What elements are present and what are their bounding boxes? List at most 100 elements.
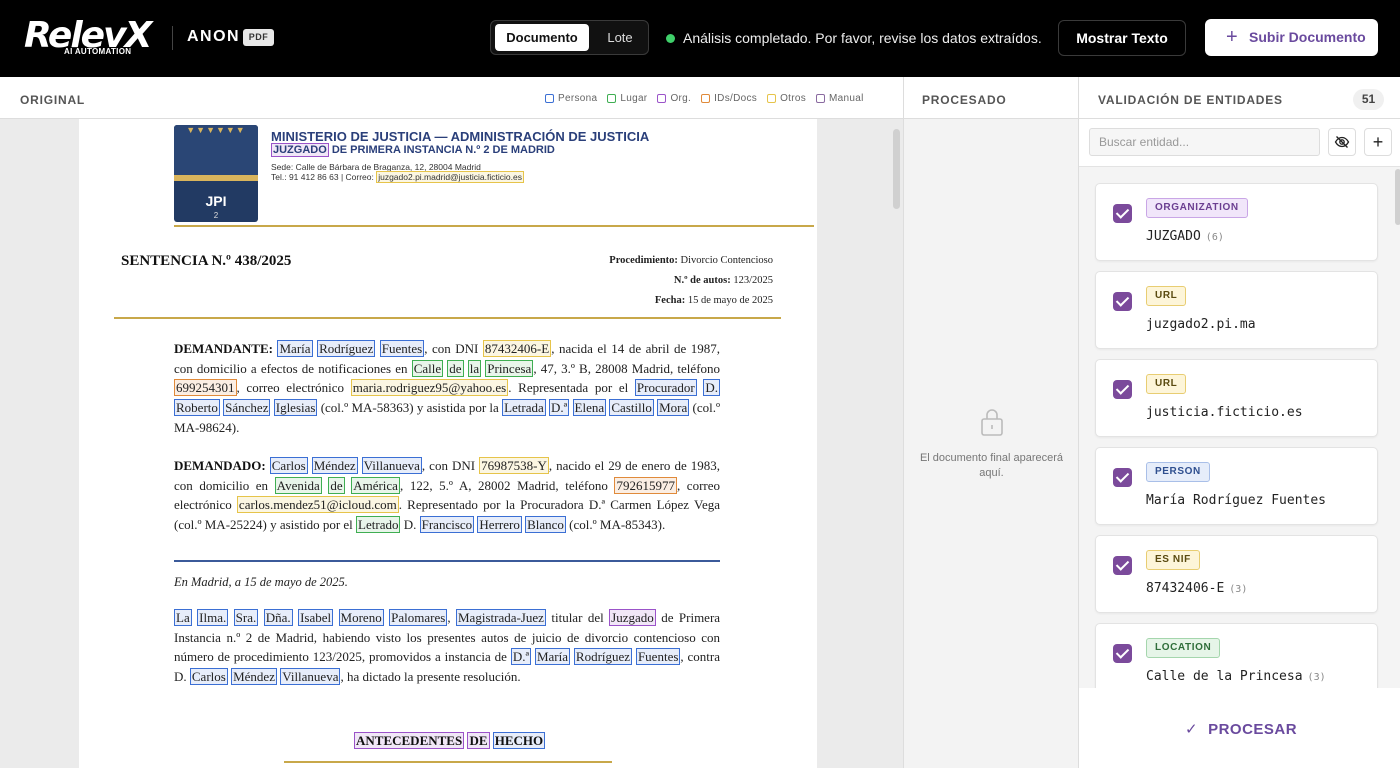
mode-lote-button[interactable]: Lote <box>595 24 645 51</box>
entity-occurrences: (6) <box>1205 232 1224 243</box>
upload-document-button[interactable]: + Subir Documento <box>1205 19 1378 56</box>
entity-checkbox[interactable] <box>1113 644 1132 663</box>
title-rule <box>114 317 781 319</box>
legend-item-lugar: Lugar <box>607 93 647 104</box>
legend-label: Lugar <box>620 93 648 104</box>
court-seal-logo: ▼▼▼▼▼▼ JPI 2 <box>174 125 258 222</box>
checkmark-icon: ✓ <box>1185 721 1199 738</box>
hide-entities-button[interactable] <box>1328 128 1356 156</box>
original-panel: ORIGINAL Persona Lugar Org. IDs/Docs Otr… <box>0 77 903 768</box>
legend-swatch <box>657 94 667 103</box>
crown-icon: ▼▼▼▼▼▼ <box>186 125 246 135</box>
show-text-button[interactable]: Mostrar Texto <box>1058 20 1186 56</box>
entity-count-badge: 51 <box>1353 89 1384 110</box>
process-button-label: PROCESAR <box>1208 720 1298 738</box>
entity-occurrences: (3) <box>1307 672 1326 683</box>
document-page: ▼▼▼▼▼▼ JPI 2 MINISTERIO DE JUSTICIA — AD… <box>79 119 817 768</box>
entity-card[interactable]: ES NIF 87432406-E (3) <box>1095 535 1378 613</box>
section-heading: ANTECEDENTES DE HECHO <box>354 732 546 749</box>
fecha-value: 15 de mayo de 2025 <box>685 295 773 306</box>
heading-word: ANTECEDENTES <box>354 732 465 749</box>
entity-checkbox[interactable] <box>1113 292 1132 311</box>
original-panel-title: ORIGINAL <box>20 93 86 107</box>
legend-swatch <box>545 94 554 103</box>
legend-label: Org. <box>670 93 692 104</box>
seal-text: JPI <box>205 193 227 209</box>
lock-icon <box>981 409 1003 436</box>
entity-value: JUZGADO (6) <box>1146 229 1224 244</box>
entity-search-row: Buscar entidad... + <box>1079 119 1400 167</box>
legend-item-persona: Persona <box>545 93 597 104</box>
original-scrollbar[interactable] <box>893 129 900 209</box>
heading-word: DE <box>467 732 490 749</box>
entity-type-tag: URL <box>1146 374 1187 394</box>
processed-panel-title: PROCESADO <box>922 93 1007 107</box>
entity-card[interactable]: ORGANIZATION JUZGADO (6) <box>1095 183 1378 261</box>
document-name: ANON <box>187 28 241 45</box>
magistrada-paragraph: La Ilma. Sra. Dña. Isabel Moreno Palomar… <box>174 609 721 686</box>
add-entity-button[interactable]: + <box>1364 128 1392 156</box>
processed-panel: PROCESADO El documento final aparecerá a… <box>903 77 1079 768</box>
processed-panel-header: PROCESADO <box>904 77 1079 119</box>
entity-checkbox[interactable] <box>1113 204 1132 223</box>
upload-button-label: Subir Documento <box>1249 29 1366 45</box>
legend-swatch <box>816 94 826 103</box>
court-contact: Tel.: 91 412 86 63 | Correo: juzgado2.pi… <box>271 171 524 183</box>
legend-label: Otros <box>780 93 807 104</box>
entity-card[interactable]: PERSON María Rodríguez Fuentes <box>1095 447 1378 525</box>
analysis-status: Análisis completado. Por favor, revise l… <box>666 29 1042 47</box>
status-text: Análisis completado. Por favor, revise l… <box>683 30 1042 46</box>
entity-checkbox[interactable] <box>1113 468 1132 487</box>
entity-checkbox[interactable] <box>1113 556 1132 575</box>
process-button[interactable]: ✓ PROCESAR <box>1185 718 1297 740</box>
logo-subtitle: AI AUTOMATION <box>64 47 132 56</box>
entity-type-tag: URL <box>1146 286 1187 306</box>
mode-toggle: Documento Lote <box>490 20 649 55</box>
validation-panel-header: VALIDACIÓN DE ENTIDADES 51 <box>1079 77 1400 119</box>
entity-list-scrollbar[interactable] <box>1395 169 1400 225</box>
legend-swatch <box>767 94 777 103</box>
entity-value: Calle de la Princesa (3) <box>1146 669 1326 684</box>
ministry-heading: MINISTERIO DE JUSTICIA — ADMINISTRACIÓN … <box>271 129 650 144</box>
entity-search-input[interactable]: Buscar entidad... <box>1089 128 1320 156</box>
status-dot-icon <box>666 33 675 43</box>
mode-documento-button[interactable]: Documento <box>495 24 589 51</box>
court-heading: JUZGADO DE PRIMERA INSTANCIA N.º 2 DE MA… <box>271 143 555 157</box>
file-type-badge: PDF <box>243 29 274 46</box>
legend-label: Manual <box>829 93 864 104</box>
entity-value: justicia.ficticio.es <box>1146 405 1303 420</box>
entity-type-tag: LOCATION <box>1146 638 1221 658</box>
contact-text: Tel.: 91 412 86 63 | Correo: <box>271 172 377 182</box>
entity-value-text: juzgado2.pi.ma <box>1146 317 1256 332</box>
entity-value-text: Calle de la Princesa <box>1146 669 1303 684</box>
entity-value-text: María Rodríguez Fuentes <box>1146 493 1327 508</box>
divider <box>172 26 173 50</box>
entity-type-tag: ES NIF <box>1146 550 1200 570</box>
entity-type-tag: PERSON <box>1146 462 1210 482</box>
legend-item-org: Org. <box>657 93 691 104</box>
autos-label: N.º de autos: <box>673 275 731 286</box>
entity-value-text: justicia.ficticio.es <box>1146 405 1303 420</box>
legend-swatch <box>607 94 617 103</box>
legend-item-manual: Manual <box>816 93 864 104</box>
processed-placeholder: El documento final aparecerá aquí. <box>919 452 1064 479</box>
legend-item-ids: IDs/Docs <box>701 93 757 104</box>
entity-card[interactable]: URL justicia.ficticio.es <box>1095 359 1378 437</box>
demandado-paragraph: DEMANDADO: Carlos Méndez Villanueva, con… <box>174 457 720 534</box>
entity-highlight-org[interactable]: JUZGADO <box>271 143 329 157</box>
entity-checkbox[interactable] <box>1113 380 1132 399</box>
entity-card[interactable]: URL juzgado2.pi.ma <box>1095 271 1378 349</box>
plus-icon: + <box>1226 26 1238 48</box>
top-bar: RelevX AI AUTOMATION ANON PDF Documento … <box>0 0 1400 77</box>
legend-label: IDs/Docs <box>714 93 758 104</box>
header-rule <box>174 225 814 227</box>
section-rule <box>174 560 720 562</box>
sentence-title: SENTENCIA N.º 438/2025 <box>121 253 292 269</box>
heading-word: HECHO <box>492 732 546 749</box>
demandante-paragraph: DEMANDANTE: María Rodríguez Fuentes, con… <box>174 340 721 435</box>
autos-value: 123/2025 <box>730 275 773 286</box>
entity-card[interactable]: LOCATION Calle de la Princesa (3) <box>1095 623 1378 688</box>
entity-highlight-url[interactable]: juzgado2.pi.madrid@justicia.ficticio.es <box>376 171 524 183</box>
plus-icon: + <box>1372 132 1384 152</box>
seal-stripe <box>174 175 258 181</box>
